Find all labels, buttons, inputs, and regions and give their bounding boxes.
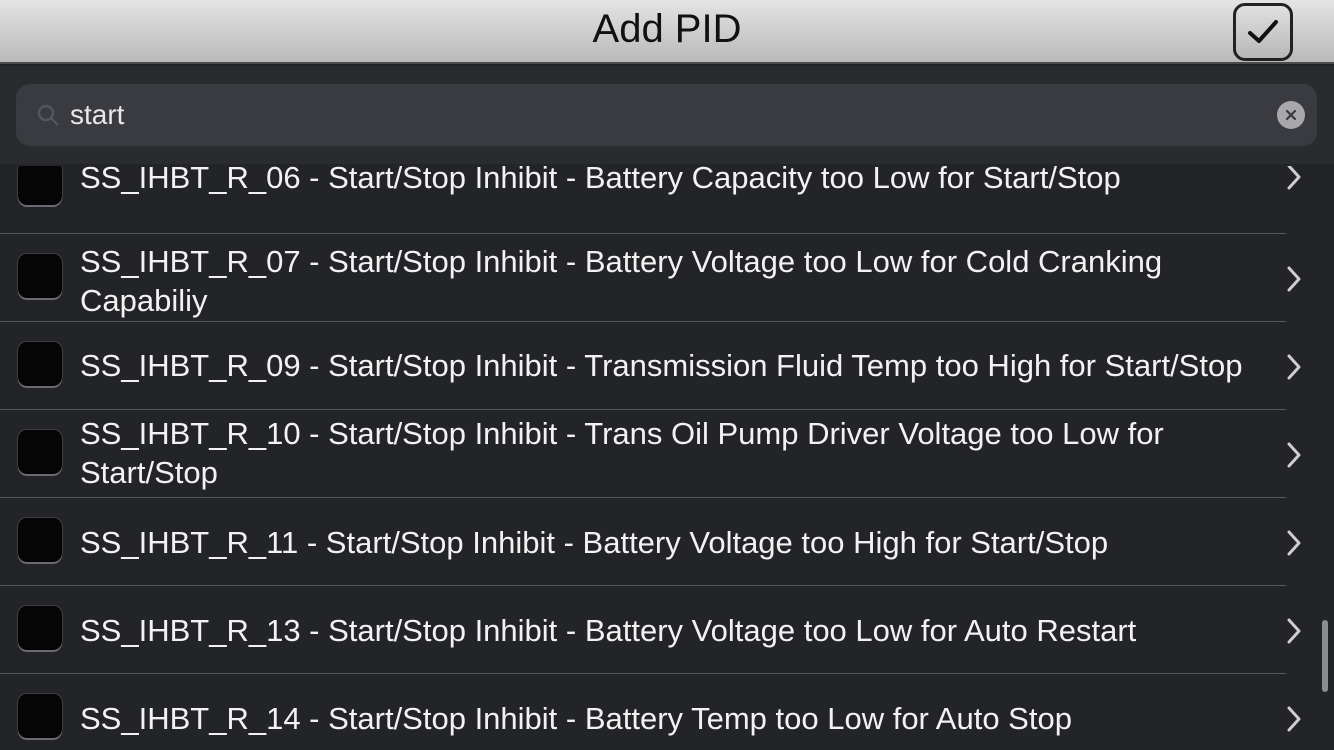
- chevron-right-icon: [1287, 354, 1301, 380]
- page-title: Add PID: [592, 7, 742, 51]
- navigation-bar: Add PID: [0, 0, 1334, 64]
- list-item-label: SS_IHBT_R_14 - Start/Stop Inhibit - Batt…: [80, 700, 1072, 736]
- list-item-label: SS_IHBT_R_07 - Start/Stop Inhibit - Batt…: [80, 244, 1163, 318]
- list-item-label: SS_IHBT_R_06 - Start/Stop Inhibit - Batt…: [80, 166, 1121, 195]
- chevron-right-icon: [1287, 266, 1301, 292]
- checkmark-icon: [1248, 20, 1278, 43]
- checkbox[interactable]: [18, 518, 62, 562]
- list-item[interactable]: SS_IHBT_R_14 - Start/Stop Inhibit - Batt…: [0, 674, 1334, 750]
- done-button[interactable]: [1233, 3, 1293, 61]
- chevron-right-icon: [1287, 442, 1301, 468]
- list-item[interactable]: SS_IHBT_R_06 - Start/Stop Inhibit - Batt…: [0, 166, 1334, 234]
- chevron-right-icon: [1287, 706, 1301, 732]
- list-item-label: SS_IHBT_R_11 - Start/Stop Inhibit - Batt…: [80, 524, 1109, 560]
- checkbox[interactable]: [18, 430, 62, 474]
- list-item-label: SS_IHBT_R_10 - Start/Stop Inhibit - Tran…: [80, 416, 1164, 490]
- search-bar: [0, 66, 1334, 164]
- chevron-right-icon: [1287, 166, 1301, 190]
- list-item-label: SS_IHBT_R_13 - Start/Stop Inhibit - Batt…: [80, 612, 1137, 648]
- scrollbar[interactable]: [1322, 620, 1328, 692]
- list-item[interactable]: SS_IHBT_R_07 - Start/Stop Inhibit - Batt…: [0, 234, 1334, 322]
- checkbox[interactable]: [18, 342, 62, 386]
- search-field[interactable]: [16, 84, 1317, 146]
- clear-icon: [1285, 109, 1297, 121]
- checkbox[interactable]: [18, 606, 62, 650]
- checkbox[interactable]: [18, 694, 62, 738]
- list-item[interactable]: SS_IHBT_R_09 - Start/Stop Inhibit - Tran…: [0, 322, 1334, 410]
- list-item[interactable]: SS_IHBT_R_13 - Start/Stop Inhibit - Batt…: [0, 586, 1334, 674]
- checkbox[interactable]: [18, 166, 62, 205]
- chevron-right-icon: [1287, 530, 1301, 556]
- search-icon: [37, 104, 59, 126]
- list-item[interactable]: SS_IHBT_R_10 - Start/Stop Inhibit - Tran…: [0, 410, 1334, 498]
- list-item[interactable]: SS_IHBT_R_11 - Start/Stop Inhibit - Batt…: [0, 498, 1334, 586]
- checkbox[interactable]: [18, 254, 62, 298]
- clear-search-button[interactable]: [1277, 101, 1305, 129]
- list-item-label: SS_IHBT_R_09 - Start/Stop Inhibit - Tran…: [80, 347, 1243, 383]
- chevron-right-icon: [1287, 618, 1301, 644]
- pid-list[interactable]: SS_IHBT_R_06 - Start/Stop Inhibit - Batt…: [0, 166, 1334, 750]
- search-input[interactable]: [70, 84, 1250, 146]
